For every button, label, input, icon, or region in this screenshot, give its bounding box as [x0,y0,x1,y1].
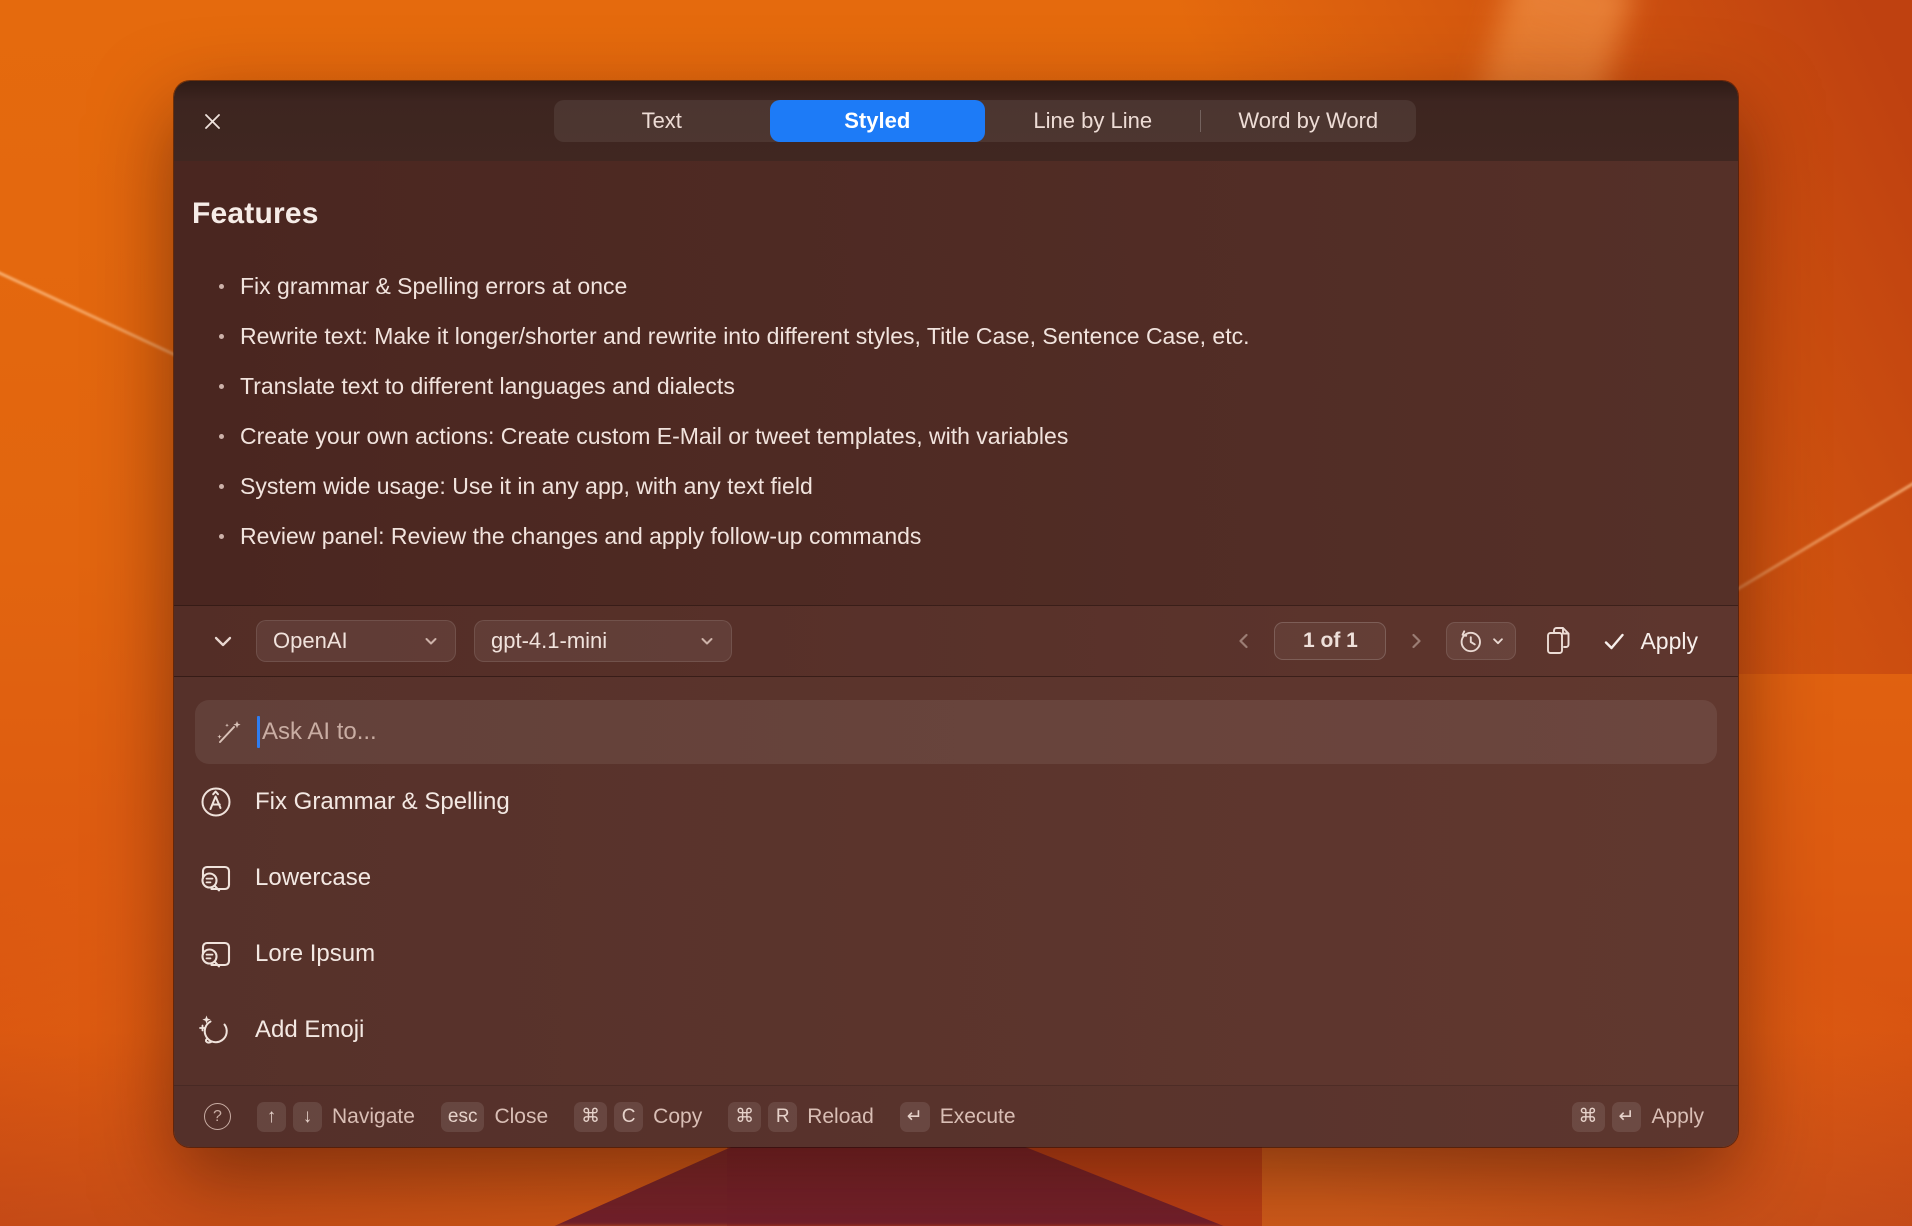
tab-text[interactable]: Text [554,100,770,142]
emoji-sparkle-icon [197,1011,235,1049]
command-key: ⌘ [728,1102,761,1132]
view-mode-tabs: Text Styled Line by Line Word by Word [554,100,1416,142]
model-dropdown[interactable]: gpt-4.1-mini [474,620,732,662]
shortcut-label: Copy [653,1105,702,1129]
arrow-down-key: ↓ [293,1102,322,1132]
shortcut-keys: ⌘ ↵ [1572,1102,1642,1132]
tab-label: Line by Line [1033,108,1152,134]
feature-bullet: Rewrite text: Make it longer/shorter and… [192,311,1698,361]
tab-word-by-word[interactable]: Word by Word [1201,100,1417,142]
chevron-left-icon [1234,631,1254,651]
shortcut-apply: ⌘ ↵ Apply [1572,1102,1704,1132]
collapse-button[interactable] [208,626,238,656]
action-lore-ipsum[interactable]: Lore Ipsum [174,916,1738,992]
page-indicator: 1 of 1 [1274,622,1386,660]
shortcut-bar: ? ↑ ↓ Navigate esc Close ⌘ C Copy ⌘ [174,1085,1738,1147]
features-list: Fix grammar & Spelling errors at once Re… [192,261,1698,561]
provider-dropdown[interactable]: OpenAI [256,620,456,662]
close-icon [203,112,222,131]
response-content: Features Fix grammar & Spelling errors a… [174,161,1738,605]
shortcut-keys: ⌘ C [574,1102,643,1132]
shortcut-label: Reload [807,1105,874,1129]
shortcut-keys: ↵ [900,1102,930,1132]
shortcut-keys: esc [441,1102,485,1132]
shortcut-copy: ⌘ C Copy [574,1102,702,1132]
prompt-section: Ask AI to... Fix Grammar & Spelling [174,677,1738,1085]
help-label: ? [213,1108,222,1126]
text-caret [257,716,260,748]
shortcut-navigate: ↑ ↓ Navigate [257,1102,415,1132]
action-add-emoji[interactable]: Add Emoji [174,992,1738,1068]
c-key: C [614,1102,643,1132]
text-search-icon [197,859,235,897]
copy-response-button[interactable] [1542,624,1574,658]
spellcheck-circle-icon [197,783,235,821]
command-key: ⌘ [1572,1102,1605,1132]
history-dropdown[interactable] [1446,622,1516,660]
return-key: ↵ [900,1102,930,1132]
tab-label: Text [642,108,682,134]
model-toolbar: OpenAI gpt-4.1-mini 1 of 1 [174,605,1738,677]
chevron-right-icon [1406,631,1426,651]
copy-documents-icon [1542,624,1574,658]
action-fix-grammar[interactable]: Fix Grammar & Spelling [174,764,1738,840]
tab-styled[interactable]: Styled [770,100,986,142]
shortcut-label: Apply [1651,1105,1704,1129]
action-label: Lowercase [255,864,371,892]
ask-ai-input[interactable]: Ask AI to... [195,700,1717,764]
feature-bullet: Fix grammar & Spelling errors at once [192,261,1698,311]
features-heading: Features [192,197,1698,231]
help-button[interactable]: ? [204,1103,231,1130]
shortcut-reload: ⌘ R Reload [728,1102,874,1132]
chevron-down-icon [1491,634,1505,648]
feature-bullet: System wide usage: Use it in any app, wi… [192,461,1698,511]
previous-page-button[interactable] [1234,631,1254,651]
esc-key: esc [441,1102,485,1132]
apply-button[interactable]: Apply [1602,628,1698,655]
provider-label: OpenAI [273,628,348,654]
segment-divider [1200,110,1201,132]
toolbar-right-group: 1 of 1 [1234,622,1698,660]
command-key: ⌘ [574,1102,607,1132]
arrow-up-key: ↑ [257,1102,286,1132]
tab-label: Word by Word [1238,108,1378,134]
feature-bullet: Create your own actions: Create custom E… [192,411,1698,461]
checkmark-icon [1602,629,1626,653]
r-key: R [768,1102,797,1132]
action-label: Add Emoji [255,1016,364,1044]
action-lowercase[interactable]: Lowercase [174,840,1738,916]
shortcut-label: Navigate [332,1105,415,1129]
ask-ai-placeholder: Ask AI to... [262,718,377,746]
text-search-icon [197,935,235,973]
shortcut-label: Execute [940,1105,1016,1129]
magic-wand-icon [213,716,245,748]
shortcut-execute: ↵ Execute [900,1102,1016,1132]
feature-bullet: Translate text to different languages an… [192,361,1698,411]
action-label: Lore Ipsum [255,940,375,968]
title-bar: Text Styled Line by Line Word by Word [174,81,1738,161]
chevron-down-icon [210,628,236,654]
shortcut-close: esc Close [441,1102,548,1132]
chevron-down-icon [423,633,439,649]
return-key: ↵ [1612,1102,1642,1132]
close-button[interactable] [198,107,226,135]
feature-bullet: Review panel: Review the changes and app… [192,511,1698,561]
apply-label: Apply [1640,628,1698,655]
history-icon [1457,628,1484,655]
model-label: gpt-4.1-mini [491,628,607,654]
shortcut-label: Close [494,1105,548,1129]
action-label: Fix Grammar & Spelling [255,788,510,816]
next-page-button[interactable] [1406,631,1426,651]
chevron-down-icon [699,633,715,649]
shortcut-keys: ↑ ↓ [257,1102,322,1132]
ai-assistant-window: Text Styled Line by Line Word by Word Fe… [174,81,1738,1147]
shortcut-keys: ⌘ R [728,1102,797,1132]
tab-label: Styled [844,108,910,134]
tab-line-by-line[interactable]: Line by Line [985,100,1201,142]
